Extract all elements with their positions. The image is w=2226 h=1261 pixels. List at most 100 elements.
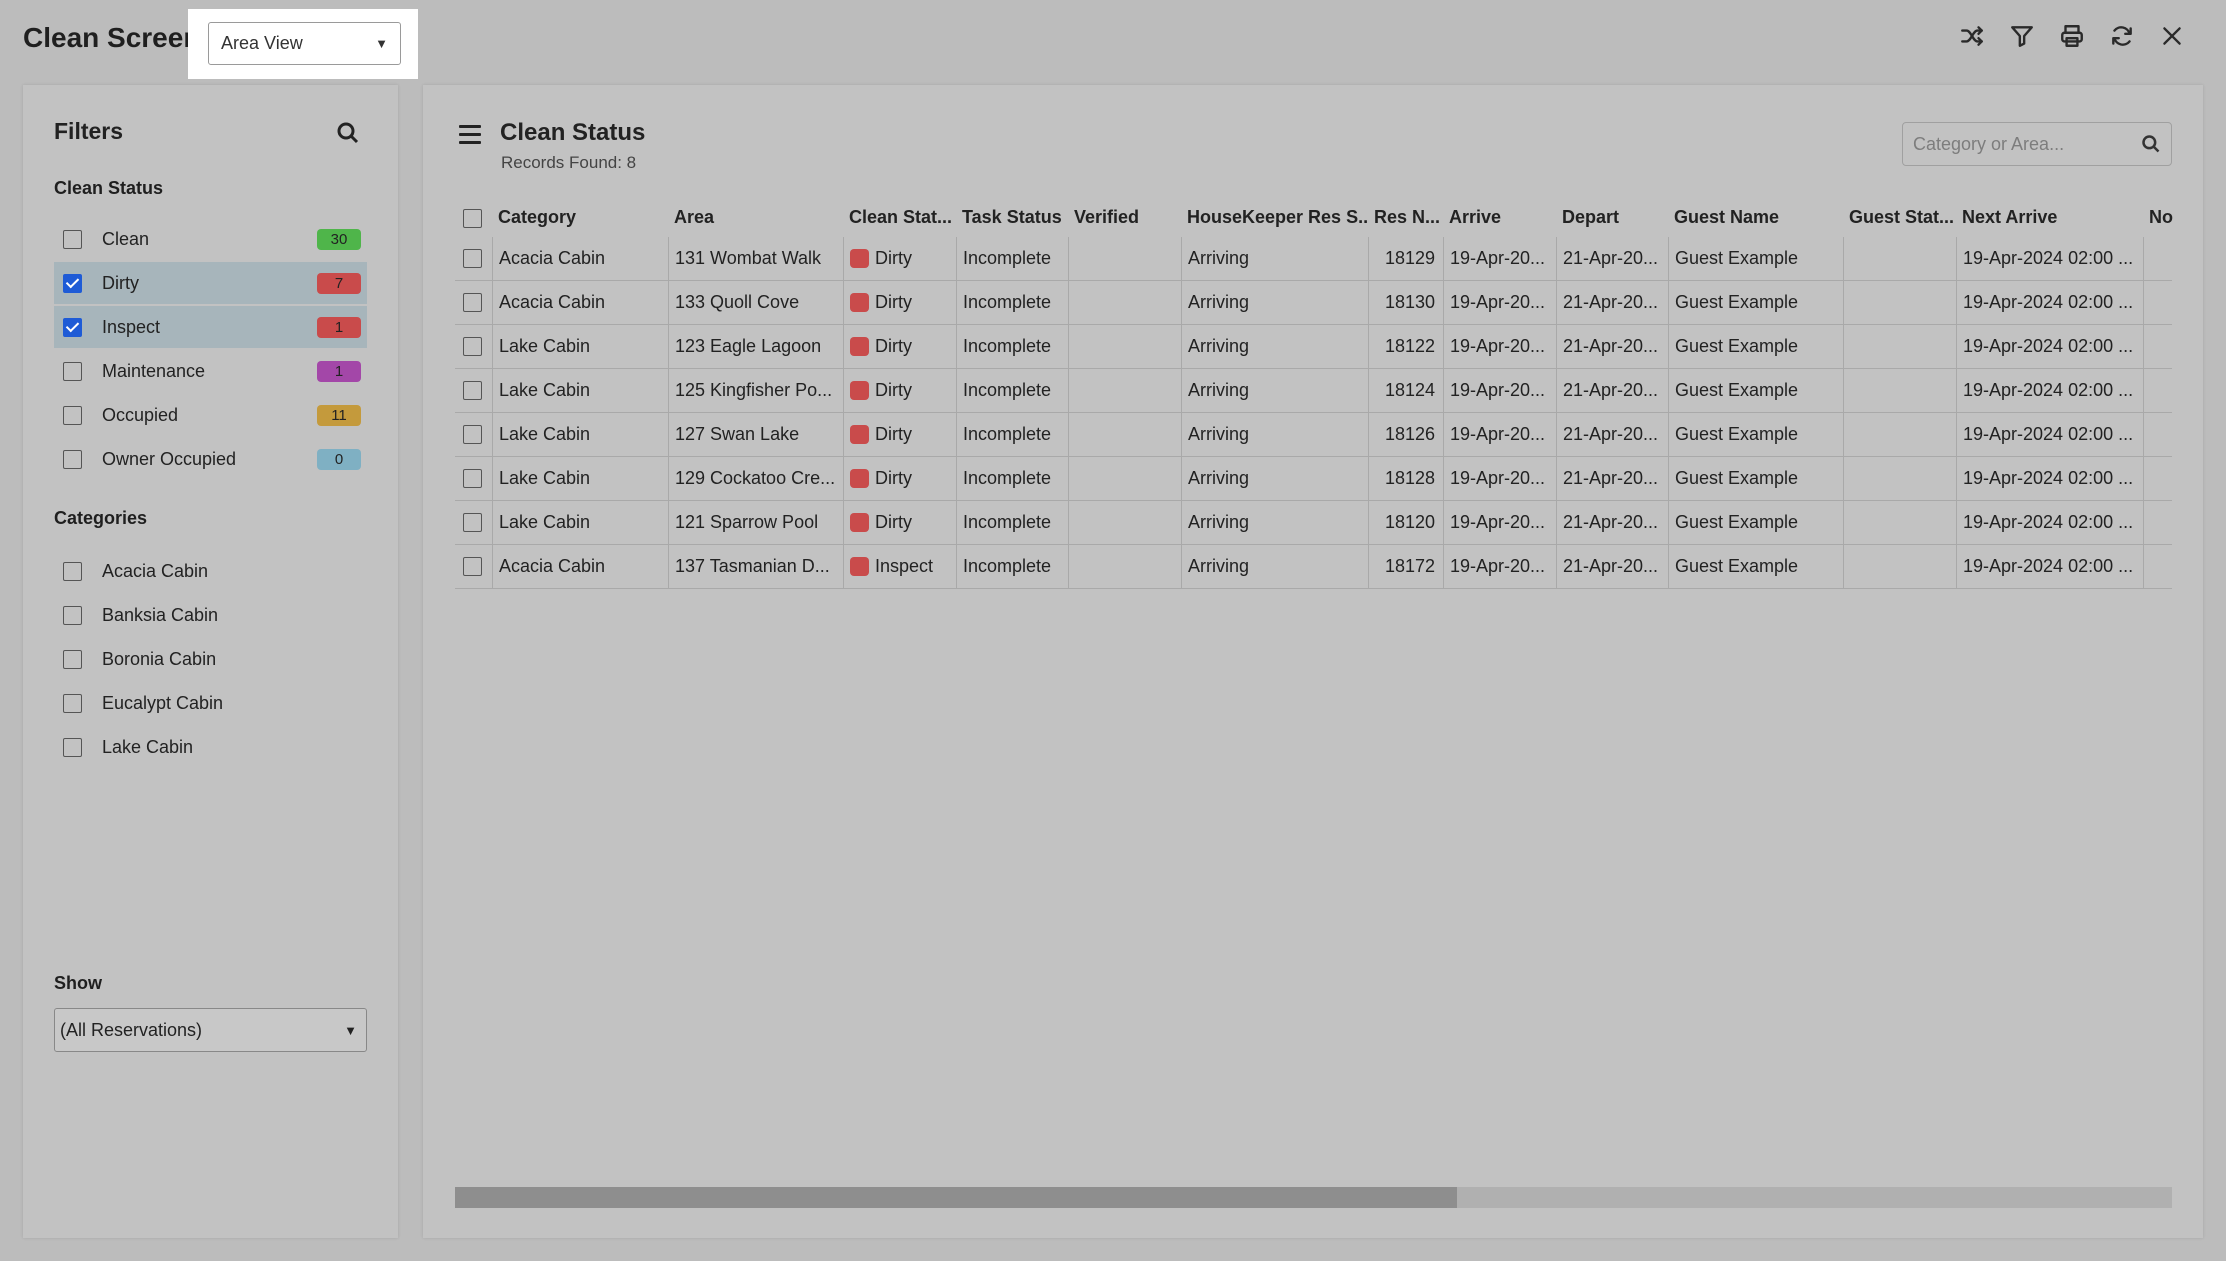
column-header[interactable]: Guest Stat... [1843,197,1956,237]
category-filter-boronia-cabin[interactable]: Boronia Cabin [54,639,367,679]
search-icon[interactable] [2141,134,2161,154]
table-cell: 19-Apr-2024 02:00 ... [1956,369,2143,412]
table-cell: Lake Cabin [492,501,668,544]
status-color-swatch [850,469,869,488]
category-filter-eucalypt-cabin[interactable]: Eucalypt Cabin [54,683,367,723]
status-filter-owner-occupied[interactable]: Owner Occupied 0 [54,438,367,480]
table-cell [1843,545,1956,588]
table-cell: 19-Apr-2024 02:00 ... [1956,281,2143,324]
category-filter-banksia-cabin[interactable]: Banksia Cabin [54,595,367,635]
status-filter-inspect[interactable]: Inspect 1 [54,306,367,348]
table-row[interactable]: Lake Cabin 129 Cockatoo Cre... Dirty Incomp… [455,457,2172,501]
select-all-checkbox[interactable] [463,209,482,228]
column-header[interactable]: No [2143,197,2183,237]
table-cell [1843,237,1956,280]
table-row[interactable]: Acacia Cabin 131 Wombat Walk Dirty Incomple… [455,237,2172,281]
table-cell: 18122 [1368,325,1443,368]
chevron-down-icon: ▼ [344,1022,357,1038]
column-header[interactable]: HouseKeeper Res S... [1181,197,1368,237]
checkbox[interactable] [63,317,82,337]
row-checkbox[interactable] [463,513,482,532]
category-filter-acacia-cabin[interactable]: Acacia Cabin [54,551,367,591]
table-row[interactable]: Acacia Cabin 137 Tasmanian D... Inspect Inc… [455,545,2172,589]
column-header[interactable]: Verified [1068,197,1181,237]
table-cell: Incomplete [956,237,1068,280]
status-label: Owner Occupied [102,448,237,469]
close-icon[interactable] [2158,22,2186,50]
table-row[interactable]: Lake Cabin 125 Kingfisher Po... Dirty Incom… [455,369,2172,413]
column-header[interactable]: Arrive [1443,197,1556,237]
shuffle-icon[interactable] [1958,22,1986,50]
table-cell: 131 Wombat Walk [668,237,843,280]
row-checkbox[interactable] [463,337,482,356]
checkbox[interactable] [63,737,82,757]
count-badge: 1 [317,316,361,338]
column-header[interactable]: Guest Name [1668,197,1843,237]
table-cell [1843,501,1956,544]
clean-status-text: Dirty [875,512,912,532]
table-cell: Lake Cabin [492,325,668,368]
checkbox[interactable] [63,561,82,581]
horizontal-scrollbar[interactable] [455,1187,2172,1208]
main-panel: Clean Status Records Found: 8 Category o… [423,85,2203,1238]
row-checkbox[interactable] [463,381,482,400]
print-icon[interactable] [2058,22,2086,50]
category-filter-lake-cabin[interactable]: Lake Cabin [54,727,367,767]
table-cell: 19-Apr-20... [1443,413,1556,456]
table-cell: Incomplete [956,325,1068,368]
status-filter-maintenance[interactable]: Maintenance 1 [54,350,367,392]
search-icon[interactable] [336,121,362,147]
column-header[interactable]: Clean Stat... [843,197,956,237]
filter-icon[interactable] [2008,22,2036,50]
column-header[interactable]: Area [668,197,843,237]
checkbox[interactable] [63,229,82,249]
status-label: Occupied [102,404,179,425]
status-filter-occupied[interactable]: Occupied 11 [54,394,367,436]
column-header[interactable]: Depart [1556,197,1668,237]
row-checkbox[interactable] [463,293,482,312]
checkbox[interactable] [63,693,82,713]
table-cell: Arriving [1181,457,1368,500]
checkbox[interactable] [63,449,82,469]
table-cell: 19-Apr-2024 02:00 ... [1956,237,2143,280]
table-row[interactable]: Acacia Cabin 133 Quoll Cove Dirty Incomplet… [455,281,2172,325]
table-row[interactable]: Lake Cabin 121 Sparrow Pool Dirty Incomplet… [455,501,2172,545]
checkbox[interactable] [63,605,82,625]
table-cell: Incomplete [956,545,1068,588]
checkbox[interactable] [63,273,82,293]
view-select[interactable]: Area View ▼ [208,22,401,65]
row-checkbox[interactable] [463,469,482,488]
table-cell: Guest Example [1668,457,1843,500]
column-header[interactable]: Category [492,197,668,237]
checkbox[interactable] [63,405,82,425]
status-filter-clean[interactable]: Clean 30 [54,218,367,260]
row-checkbox[interactable] [463,249,482,268]
table-cell [1068,501,1181,544]
column-header[interactable]: Task Status [956,197,1068,237]
checkbox[interactable] [63,361,82,381]
checkbox[interactable] [63,649,82,669]
show-select[interactable]: (All Reservations) ▼ [54,1008,367,1052]
category-label: Banksia Cabin [102,604,219,625]
table-row[interactable]: Lake Cabin 123 Eagle Lagoon Dirty Incomplet… [455,325,2172,369]
table-cell: 121 Sparrow Pool [668,501,843,544]
table-cell [2143,369,2183,412]
clean-status-text: Dirty [875,248,912,268]
row-checkbox[interactable] [463,557,482,576]
table-row[interactable]: Lake Cabin 127 Swan Lake Dirty Incomplete Ar… [455,413,2172,457]
show-select-value: (All Reservations) [60,1019,203,1040]
table-cell: Arriving [1181,501,1368,544]
column-header[interactable]: Next Arrive [1956,197,2143,237]
table-cell: 19-Apr-20... [1443,237,1556,280]
table-cell: Incomplete [956,413,1068,456]
hamburger-menu-icon[interactable] [459,125,481,145]
row-checkbox[interactable] [463,425,482,444]
refresh-icon[interactable] [2108,22,2136,50]
table-cell: 19-Apr-2024 02:00 ... [1956,545,2143,588]
scrollbar-thumb[interactable] [455,1187,1457,1208]
status-filter-dirty[interactable]: Dirty 7 [54,262,367,304]
table-cell [1843,457,1956,500]
table-search-input[interactable]: Category or Area... [1902,122,2172,166]
column-header[interactable]: Res N... [1368,197,1443,237]
table-cell: Incomplete [956,281,1068,324]
